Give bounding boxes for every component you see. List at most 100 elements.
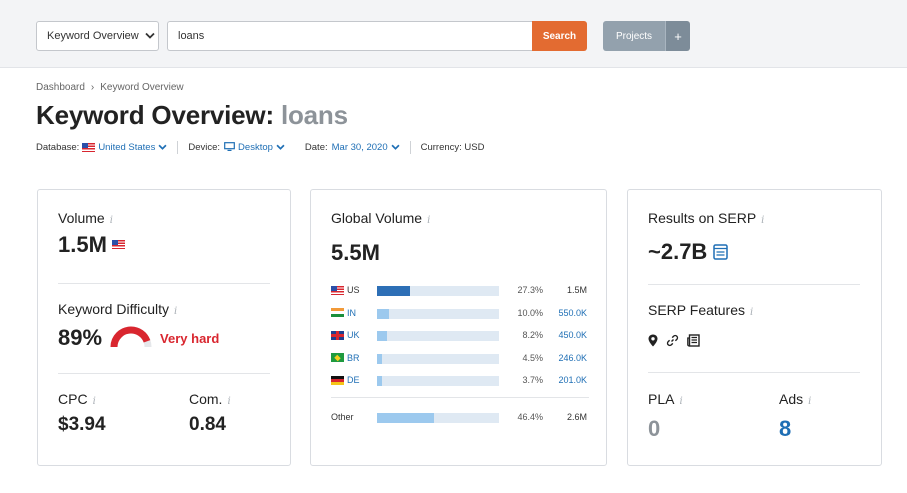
breadcrumb-separator: › bbox=[90, 82, 95, 93]
volume-bar-track bbox=[377, 331, 499, 341]
database-label: Database: bbox=[36, 142, 80, 153]
volume-bar-fill bbox=[377, 286, 411, 296]
keyword-difficulty-label: Keyword Difficulty bbox=[58, 301, 170, 317]
global-volume-card: Global Volume i 5.5M US 27.3% 1.5M IN 10.0% 55… bbox=[310, 189, 607, 466]
country-percent: 10.0% bbox=[517, 307, 543, 318]
country-code[interactable]: DE bbox=[331, 375, 360, 385]
country-volume[interactable]: 201.0K bbox=[549, 375, 587, 385]
us-flag-icon bbox=[331, 285, 344, 295]
page-title: Keyword Overview: loans bbox=[36, 100, 348, 131]
chevron-down-icon bbox=[391, 142, 400, 153]
info-icon[interactable]: i bbox=[174, 306, 177, 317]
info-icon[interactable]: i bbox=[227, 396, 230, 407]
info-icon[interactable]: i bbox=[93, 396, 96, 407]
country-percent: 27.3% bbox=[517, 285, 543, 295]
volume-bar-track bbox=[377, 353, 499, 364]
competition-heading: Com. i bbox=[189, 391, 231, 407]
volume-bar-fill bbox=[377, 413, 434, 423]
country-row: DE 3.7% 201.0K bbox=[331, 374, 593, 388]
info-icon[interactable]: i bbox=[750, 307, 753, 318]
add-project-button[interactable]: + bbox=[665, 21, 690, 51]
in-flag-icon bbox=[331, 308, 344, 317]
breadcrumb: Dashboard › Keyword Overview bbox=[36, 82, 184, 93]
country-percent: 8.2% bbox=[522, 330, 543, 340]
country-volume[interactable]: 450.0K bbox=[549, 330, 587, 340]
volume-bar-track bbox=[377, 308, 499, 319]
country-row: US 27.3% 1.5M bbox=[331, 284, 593, 298]
currency-label: Currency: USD bbox=[420, 142, 485, 153]
map-pin-icon[interactable] bbox=[648, 334, 658, 350]
tool-dropdown[interactable]: Keyword Overview bbox=[36, 21, 159, 51]
competition-value: 0.84 bbox=[189, 414, 226, 435]
link-icon[interactable] bbox=[666, 334, 679, 350]
global-volume-value: 5.5M bbox=[331, 240, 380, 265]
volume-heading: Volume i bbox=[58, 210, 113, 226]
ads-value[interactable]: 8 bbox=[779, 416, 791, 442]
country-code[interactable]: BR bbox=[331, 353, 360, 363]
page-title-prefix: Keyword Overview: bbox=[36, 100, 274, 130]
info-icon[interactable]: i bbox=[679, 396, 682, 407]
difficulty-gauge-icon bbox=[110, 326, 152, 348]
us-flag-icon bbox=[111, 240, 125, 249]
other-volume: 2.6M bbox=[566, 412, 587, 422]
device-label: Device: bbox=[188, 142, 221, 153]
pla-heading: PLA i bbox=[648, 391, 683, 407]
competition-label: Com. bbox=[189, 391, 223, 407]
country-row: IN 10.0% 550.0K bbox=[331, 307, 593, 321]
cpc-label: CPC bbox=[58, 391, 88, 407]
country-code: US bbox=[331, 285, 360, 295]
country-code-text: UK bbox=[347, 330, 360, 340]
serp-snapshot-icon[interactable] bbox=[713, 244, 729, 260]
volume-bar-track bbox=[377, 286, 499, 296]
serp-features-label: SERP Features bbox=[648, 302, 746, 318]
date-label: Date: bbox=[304, 142, 328, 153]
uk-flag-icon bbox=[331, 330, 344, 340]
divider bbox=[331, 397, 589, 398]
results-on-serp-heading: Results on SERP i bbox=[648, 210, 764, 226]
breadcrumb-dashboard[interactable]: Dashboard bbox=[36, 82, 85, 93]
device-selector[interactable]: Desktop bbox=[238, 142, 273, 153]
date-selector[interactable]: Mar 30, 2020 bbox=[332, 142, 388, 153]
keyword-search-input[interactable]: loans bbox=[167, 21, 533, 51]
volume-value: 1.5M bbox=[58, 232, 128, 258]
us-flag-icon bbox=[82, 142, 96, 152]
volume-bar-track bbox=[377, 413, 499, 423]
country-volume[interactable]: 550.0K bbox=[549, 308, 587, 318]
de-flag-icon bbox=[331, 375, 344, 385]
divider bbox=[648, 372, 860, 373]
country-code[interactable]: UK bbox=[331, 330, 360, 340]
divider bbox=[177, 141, 179, 154]
country-volume[interactable]: 246.0K bbox=[549, 353, 587, 363]
divider bbox=[409, 141, 411, 154]
info-icon[interactable]: i bbox=[110, 215, 113, 226]
info-icon[interactable]: i bbox=[761, 215, 764, 226]
country-row-other: Other 46.4% 2.6M bbox=[331, 411, 593, 425]
results-on-serp-value: ~2.7B bbox=[648, 239, 729, 265]
global-volume-heading: Global Volume i bbox=[331, 210, 430, 226]
tool-dropdown-label: Keyword Overview bbox=[47, 30, 139, 42]
br-flag-icon bbox=[331, 353, 344, 362]
ads-heading: Ads i bbox=[779, 391, 811, 407]
cpc-value: $3.94 bbox=[58, 414, 106, 435]
country-volume: 1.5M bbox=[566, 285, 587, 295]
news-icon[interactable] bbox=[687, 334, 700, 350]
info-icon[interactable]: i bbox=[808, 396, 811, 407]
projects-button[interactable]: Projects bbox=[603, 21, 665, 51]
search-input-value: loans bbox=[178, 30, 205, 42]
country-code[interactable]: IN bbox=[331, 308, 356, 318]
volume-number: 1.5M bbox=[58, 232, 107, 257]
divider bbox=[648, 284, 860, 285]
report-settings: Database: United States Device: Desktop … bbox=[36, 141, 484, 154]
serp-card: Results on SERP i ~2.7B SERP Features i PL… bbox=[627, 189, 882, 466]
country-code-text: US bbox=[347, 285, 360, 295]
volume-label: Volume bbox=[58, 210, 105, 226]
database-selector[interactable]: United States bbox=[98, 142, 155, 153]
results-on-serp-label: Results on SERP bbox=[648, 210, 757, 226]
pla-value: 0 bbox=[648, 416, 661, 441]
difficulty-level: Very hard bbox=[160, 330, 220, 346]
volume-bar-fill bbox=[377, 308, 390, 319]
info-icon[interactable]: i bbox=[427, 215, 430, 226]
country-code-text: IN bbox=[347, 307, 356, 318]
search-button[interactable]: Search bbox=[532, 21, 587, 51]
volume-bar-fill bbox=[377, 353, 383, 364]
